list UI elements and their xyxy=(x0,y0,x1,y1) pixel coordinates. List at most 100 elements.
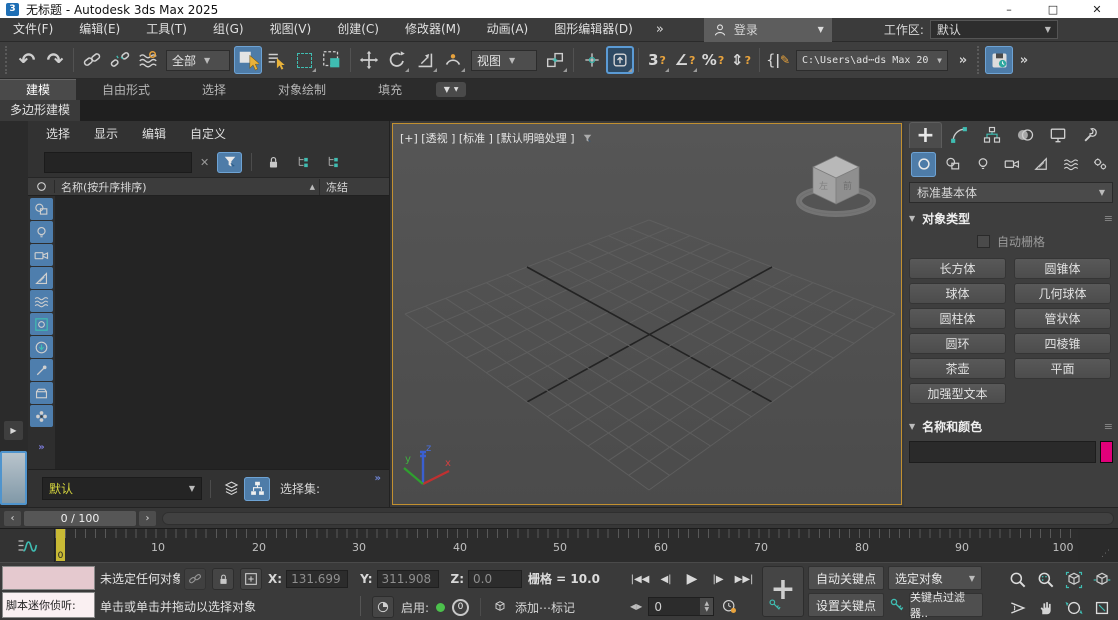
polygon-modeling-panel[interactable]: 多边形建模 xyxy=(0,100,81,121)
rollout-menu-icon[interactable]: ≡ xyxy=(1104,212,1113,225)
explorer-search-input[interactable] xyxy=(44,151,192,173)
sphere-button[interactable]: 球体 xyxy=(909,283,1006,304)
go-to-start-button[interactable]: |◀◀ xyxy=(628,568,652,590)
explorer-menu-select[interactable]: 选择 xyxy=(46,123,70,146)
select-and-rotate-button[interactable] xyxy=(383,46,411,74)
perspective-viewport[interactable]: [+] [透视 ] [标准 ] [默认明暗处理 ] 左 前 z x y xyxy=(392,123,902,505)
autogrid-checkbox[interactable] xyxy=(976,235,990,248)
pyramid-button[interactable]: 四棱锥 xyxy=(1014,333,1111,354)
current-frame-field[interactable]: 0 ▲ ▼ xyxy=(648,597,715,616)
rail-overflow[interactable]: » xyxy=(38,442,44,453)
maximize-button[interactable]: □ xyxy=(1046,3,1060,16)
angle-snap-toggle[interactable]: ∠? xyxy=(671,46,699,74)
autosave-button[interactable] xyxy=(985,46,1013,74)
isolate-selection-toggle[interactable] xyxy=(372,596,394,618)
clear-search-icon[interactable]: ✕ xyxy=(197,156,212,169)
select-and-link-button[interactable] xyxy=(78,46,106,74)
explorer-menu-edit[interactable]: 编辑 xyxy=(142,123,166,146)
select-and-place-button[interactable] xyxy=(439,46,467,74)
collapse-hierarchy-button[interactable] xyxy=(321,152,346,173)
filter-shapes-button[interactable] xyxy=(30,198,53,220)
time-slider-handle[interactable]: 0 / 100 xyxy=(24,510,136,526)
teapot-button[interactable]: 茶壶 xyxy=(909,358,1006,379)
name-color-rollout-header[interactable]: ▼ 名称和颜色 ≡ xyxy=(909,418,1113,435)
bind-to-space-warp-button[interactable] xyxy=(134,46,162,74)
filter-bones-button[interactable] xyxy=(30,359,53,381)
ribbon-tab-freeform[interactable]: 自由形式 xyxy=(76,80,176,100)
menu-tools[interactable]: 工具(T) xyxy=(133,18,200,41)
search-filter-button[interactable] xyxy=(217,151,243,173)
object-color-swatch[interactable] xyxy=(1100,441,1113,463)
category-cameras-button[interactable] xyxy=(999,152,1024,177)
cone-button[interactable]: 圆锥体 xyxy=(1014,258,1111,279)
menu-create[interactable]: 创建(C) xyxy=(324,18,392,41)
login-dropdown[interactable]: 登录 ▼ xyxy=(703,17,832,42)
tab-create[interactable]: + xyxy=(909,122,942,148)
filter-helpers-button[interactable] xyxy=(30,267,53,289)
category-spacewarps-button[interactable] xyxy=(1058,152,1083,177)
minimize-button[interactable]: – xyxy=(1002,3,1016,16)
expand-hierarchy-button[interactable] xyxy=(291,152,316,173)
lock-explorer-button[interactable] xyxy=(261,152,286,173)
maxscript-mini-listener[interactable] xyxy=(2,566,95,590)
go-to-end-button[interactable]: ▶▶| xyxy=(732,568,756,590)
menu-overflow[interactable]: » xyxy=(646,22,674,37)
geosphere-button[interactable]: 几何球体 xyxy=(1014,283,1111,304)
box-button[interactable]: 长方体 xyxy=(909,258,1006,279)
z-coordinate-field[interactable]: 0.0 xyxy=(468,570,523,588)
select-object-button[interactable] xyxy=(234,46,262,74)
select-by-name-button[interactable] xyxy=(262,46,290,74)
object-type-rollout-header[interactable]: ▼ 对象类型 ≡ xyxy=(909,210,1113,227)
select-and-scale-button[interactable] xyxy=(411,46,439,74)
previous-frame-button[interactable]: ‹ xyxy=(4,510,21,526)
auto-key-button[interactable]: 自动关键点 xyxy=(808,566,884,590)
tab-utilities[interactable] xyxy=(1074,122,1107,148)
next-frame-button[interactable]: › xyxy=(139,510,156,526)
edit-named-selection-sets-button[interactable]: {ǀ ✎ xyxy=(764,46,792,74)
layer-explorer-button[interactable] xyxy=(219,478,244,499)
filter-icon[interactable] xyxy=(581,132,594,145)
snap-3d-toggle[interactable]: 3? xyxy=(643,46,671,74)
key-filter-icon[interactable] xyxy=(888,596,906,614)
selection-filter-dropdown[interactable]: 全部 ▼ xyxy=(166,49,230,71)
viewport-label[interactable]: [+] [透视 ] [标准 ] [默认明暗处理 ] xyxy=(400,130,594,146)
ribbon-tab-modeling[interactable]: 建模 xyxy=(0,79,77,100)
workspace-dropdown[interactable]: 默认 ▼ xyxy=(929,20,1058,39)
selection-lock-toggle[interactable] xyxy=(212,568,234,590)
undo-button[interactable]: ↶ xyxy=(13,46,41,74)
filter-groups-button[interactable] xyxy=(30,382,53,404)
filter-geometry-button[interactable] xyxy=(30,313,53,335)
rollout-menu-icon[interactable]: ≡ xyxy=(1104,420,1113,433)
plane-button[interactable]: 平面 xyxy=(1014,358,1111,379)
use-pivot-point-center-button[interactable] xyxy=(541,46,569,74)
explorer-preset-dropdown[interactable]: 默认 ▼ xyxy=(42,477,202,500)
ribbon-tab-populate[interactable]: 填充 xyxy=(352,80,428,100)
toolbar-drag-handle[interactable] xyxy=(5,46,10,74)
textplus-button[interactable]: 加强型文本 xyxy=(909,383,1006,404)
select-and-manipulate-button[interactable] xyxy=(578,46,606,74)
toolbar-overflow-2[interactable]: » xyxy=(1013,46,1035,74)
toolbar-overflow-1[interactable]: » xyxy=(952,46,974,74)
app-icon[interactable]: 3 xyxy=(6,2,19,16)
set-key-button[interactable]: 设置关键点 xyxy=(808,593,884,617)
add-time-tag[interactable]: 添加⋯标记 xyxy=(515,599,575,616)
select-and-move-button[interactable] xyxy=(355,46,383,74)
menu-animation[interactable]: 动画(A) xyxy=(474,18,542,41)
viewcube[interactable]: 左 前 xyxy=(789,146,883,224)
tab-motion[interactable] xyxy=(1008,122,1041,148)
category-lights-button[interactable] xyxy=(970,152,995,177)
maxscript-listener-input[interactable]: 脚本迷你侦听: xyxy=(2,592,95,618)
viewport-layout-tab[interactable] xyxy=(0,451,27,505)
filter-cameras-button[interactable] xyxy=(30,244,53,266)
spinner-snap-toggle[interactable]: ⇕? xyxy=(727,46,755,74)
pan-button[interactable] xyxy=(1032,594,1059,620)
mini-curve-editor-button[interactable] xyxy=(0,529,55,563)
ribbon-tab-object-paint[interactable]: 对象绘制 xyxy=(252,80,352,100)
scene-explorer-mode-button[interactable] xyxy=(244,476,270,501)
visibility-column-header[interactable] xyxy=(28,180,55,193)
filter-spacewarps-button[interactable] xyxy=(30,290,53,312)
maximize-viewport-toggle[interactable] xyxy=(1088,594,1115,620)
ribbon-tab-selection[interactable]: 选择 xyxy=(176,80,252,100)
x-coordinate-field[interactable]: 131.699 xyxy=(286,570,349,588)
explorer-menu-customize[interactable]: 自定义 xyxy=(190,123,226,146)
